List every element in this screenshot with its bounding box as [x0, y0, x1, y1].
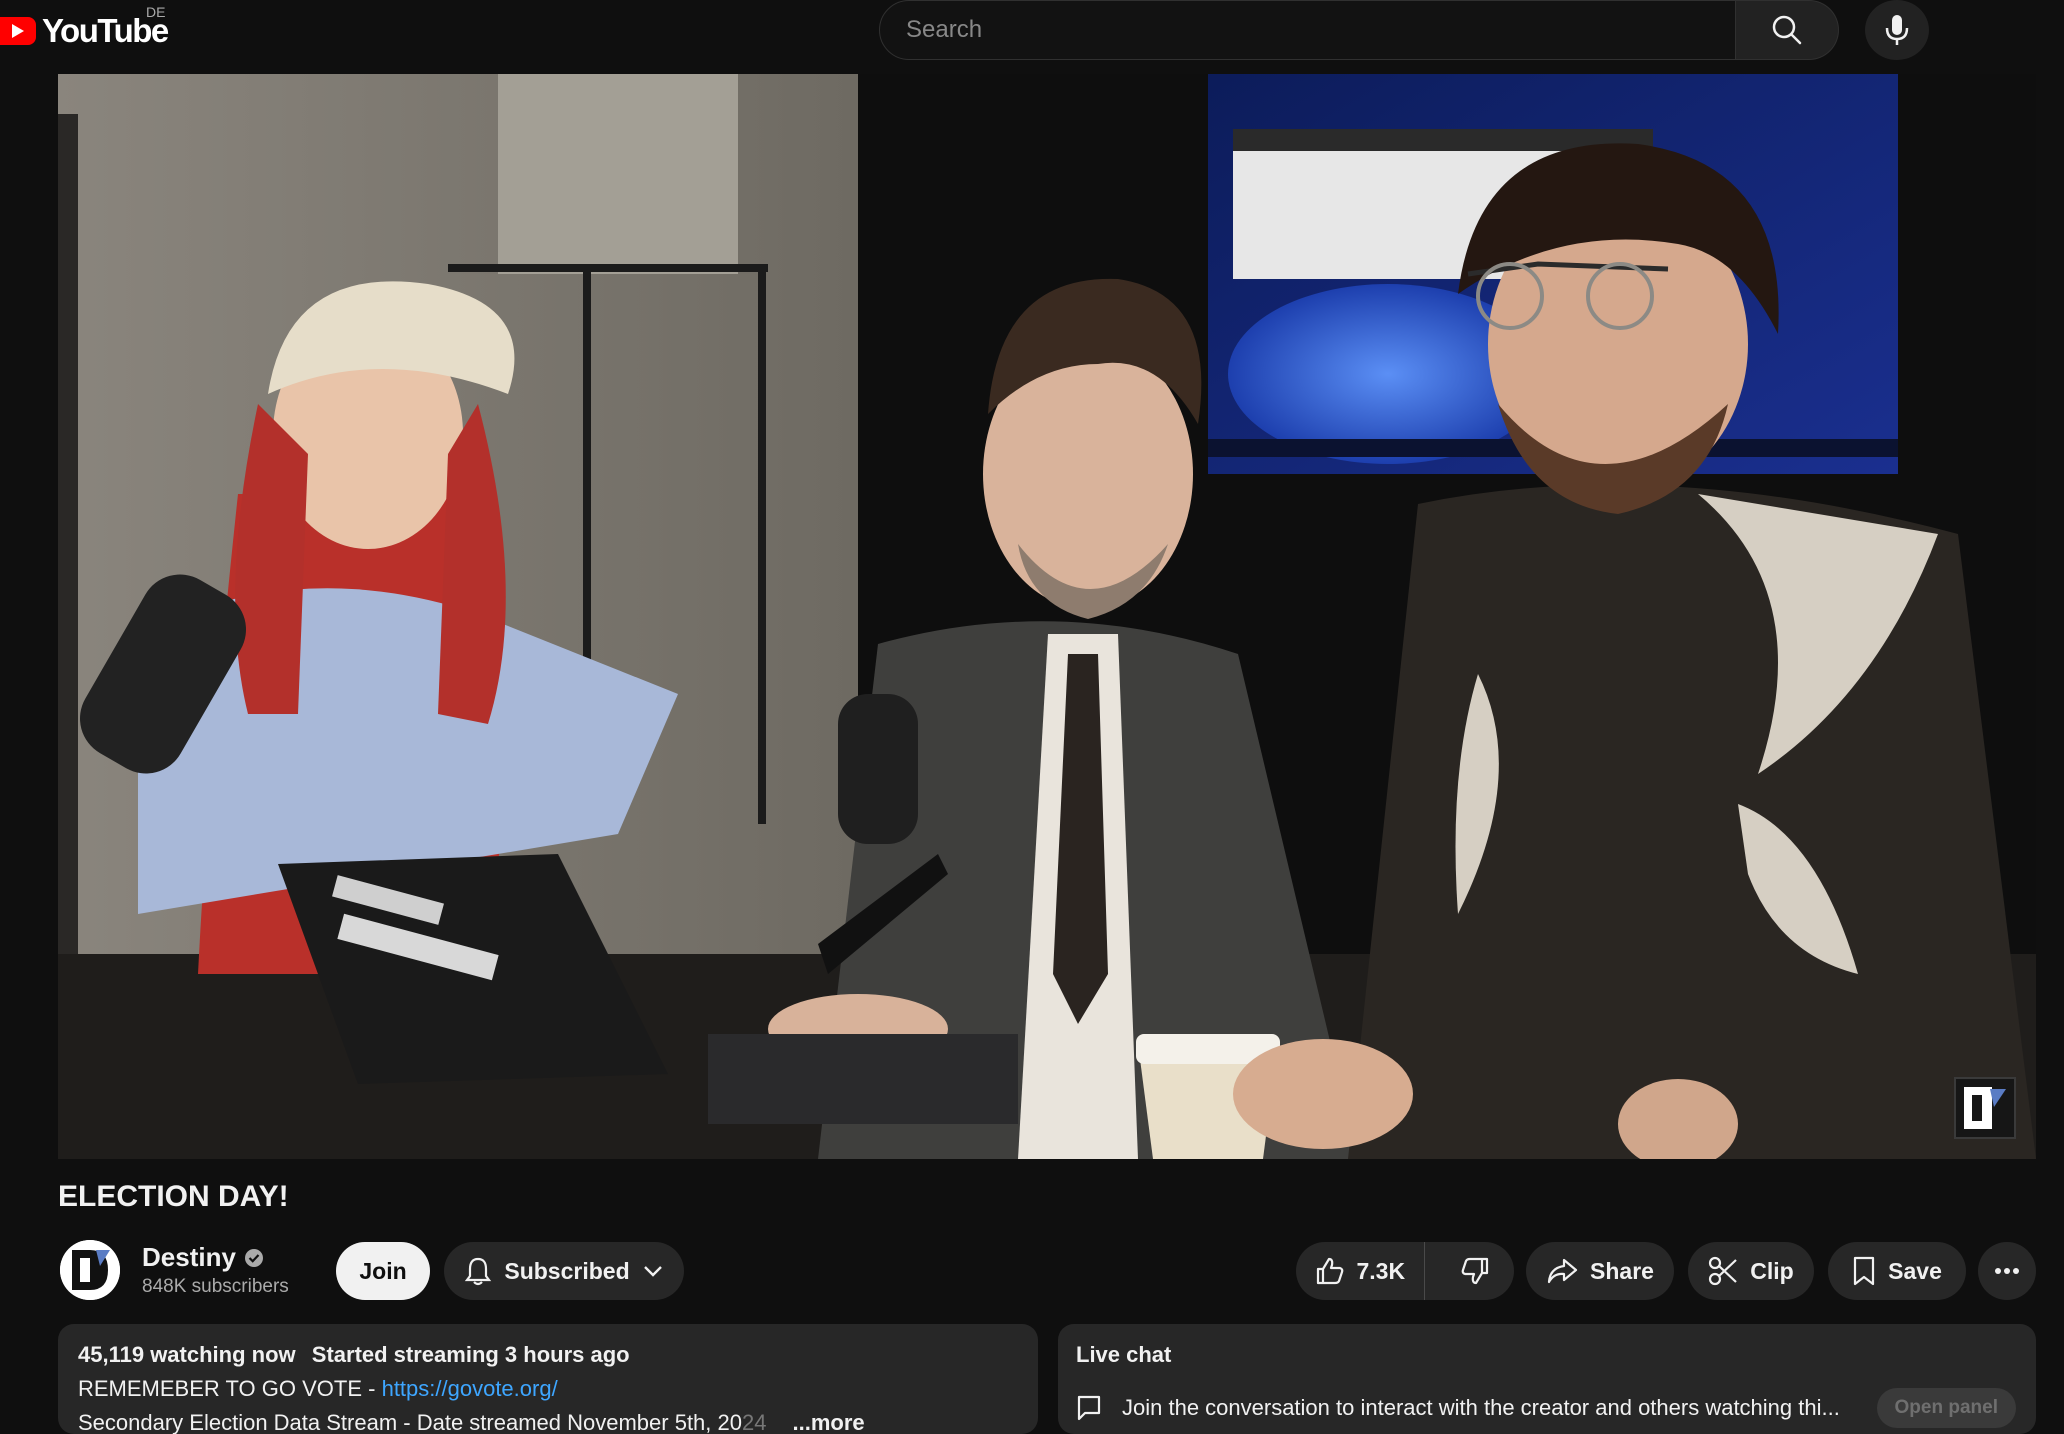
chevron-down-icon [643, 1266, 662, 1277]
verified-check-icon [244, 1248, 263, 1267]
destiny-logo-icon [60, 1240, 120, 1300]
microphone-icon [1885, 15, 1909, 45]
govote-link[interactable]: https://govote.org/ [382, 1376, 558, 1401]
live-chat-title: Live chat [1076, 1342, 1172, 1367]
more-actions-button[interactable] [1978, 1242, 2036, 1300]
clip-button[interactable]: Clip [1688, 1242, 1814, 1300]
share-button[interactable]: Share [1526, 1242, 1674, 1300]
save-label: Save [1888, 1257, 1942, 1284]
description-text: Secondary Election Data Stream - Date st… [78, 1410, 742, 1434]
video-player[interactable] [58, 74, 2036, 1159]
youtube-play-icon [0, 17, 36, 45]
live-chat-row: Join the conversation to interact with t… [1076, 1388, 2016, 1428]
save-button[interactable]: Save [1828, 1242, 1966, 1300]
live-chat-panel: Live chat Join the conversation to inter… [1058, 1324, 2036, 1434]
live-chat-message: Join the conversation to interact with t… [1122, 1395, 1840, 1420]
like-dislike-group: 7.3K [1296, 1242, 1514, 1300]
channel-avatar[interactable] [60, 1240, 120, 1300]
channel-watermark-icon[interactable] [1954, 1077, 2016, 1139]
description-stats: 45,119 watching now Started streaming 3 … [78, 1342, 1018, 1368]
description-line: REMEMEBER TO GO VOTE - https://govote.or… [78, 1376, 1018, 1402]
thumbs-down-icon [1461, 1257, 1489, 1285]
share-icon [1547, 1258, 1578, 1284]
show-more-link[interactable]: ...more [792, 1410, 864, 1434]
youtube-logo[interactable]: YouTube [0, 6, 169, 56]
search-input[interactable] [879, 0, 1736, 60]
clip-label: Clip [1750, 1257, 1794, 1284]
channel-name[interactable]: Destiny [142, 1242, 236, 1273]
like-button[interactable]: 7.3K [1296, 1242, 1425, 1300]
owner-row: Destiny 848K subscribers Join Subscribed… [58, 1236, 2036, 1308]
masthead: YouTube DE [0, 0, 2064, 74]
description-line: Secondary Election Data Stream - Date st… [78, 1410, 1018, 1434]
channel-name-wrap: Destiny [142, 1242, 264, 1273]
description-box[interactable]: 45,119 watching now Started streaming 3 … [58, 1324, 1038, 1434]
description-text: REMEMEBER TO GO VOTE - [78, 1376, 382, 1401]
dislike-button[interactable] [1437, 1242, 1514, 1300]
thumbs-up-icon [1317, 1257, 1344, 1285]
more-horizontal-icon [1995, 1268, 2019, 1274]
voice-search-button[interactable] [1865, 0, 1929, 60]
share-label: Share [1590, 1257, 1654, 1284]
stream-start: Started streaming 3 hours ago [311, 1342, 630, 1367]
bell-icon [465, 1257, 492, 1286]
open-panel-button[interactable]: Open panel [1876, 1388, 2016, 1428]
scissors-icon [1709, 1256, 1738, 1286]
subscribed-button[interactable]: Subscribed [444, 1242, 684, 1300]
search-icon [1772, 15, 1802, 45]
search-button[interactable] [1736, 0, 1839, 60]
watching-count: 45,119 watching now [78, 1342, 296, 1367]
subscriber-count: 848K subscribers [142, 1276, 289, 1297]
chat-icon [1077, 1395, 1101, 1421]
description-text-faded: 24 [742, 1410, 767, 1434]
subscribed-label: Subscribed [504, 1257, 630, 1284]
join-button[interactable]: Join [336, 1242, 430, 1300]
bookmark-icon [1854, 1256, 1875, 1286]
search-bar [879, 0, 1839, 60]
region-code: DE [146, 4, 166, 20]
video-frame [58, 74, 2036, 1159]
like-count: 7.3K [1356, 1257, 1406, 1284]
video-title: ELECTION DAY! [58, 1180, 289, 1213]
